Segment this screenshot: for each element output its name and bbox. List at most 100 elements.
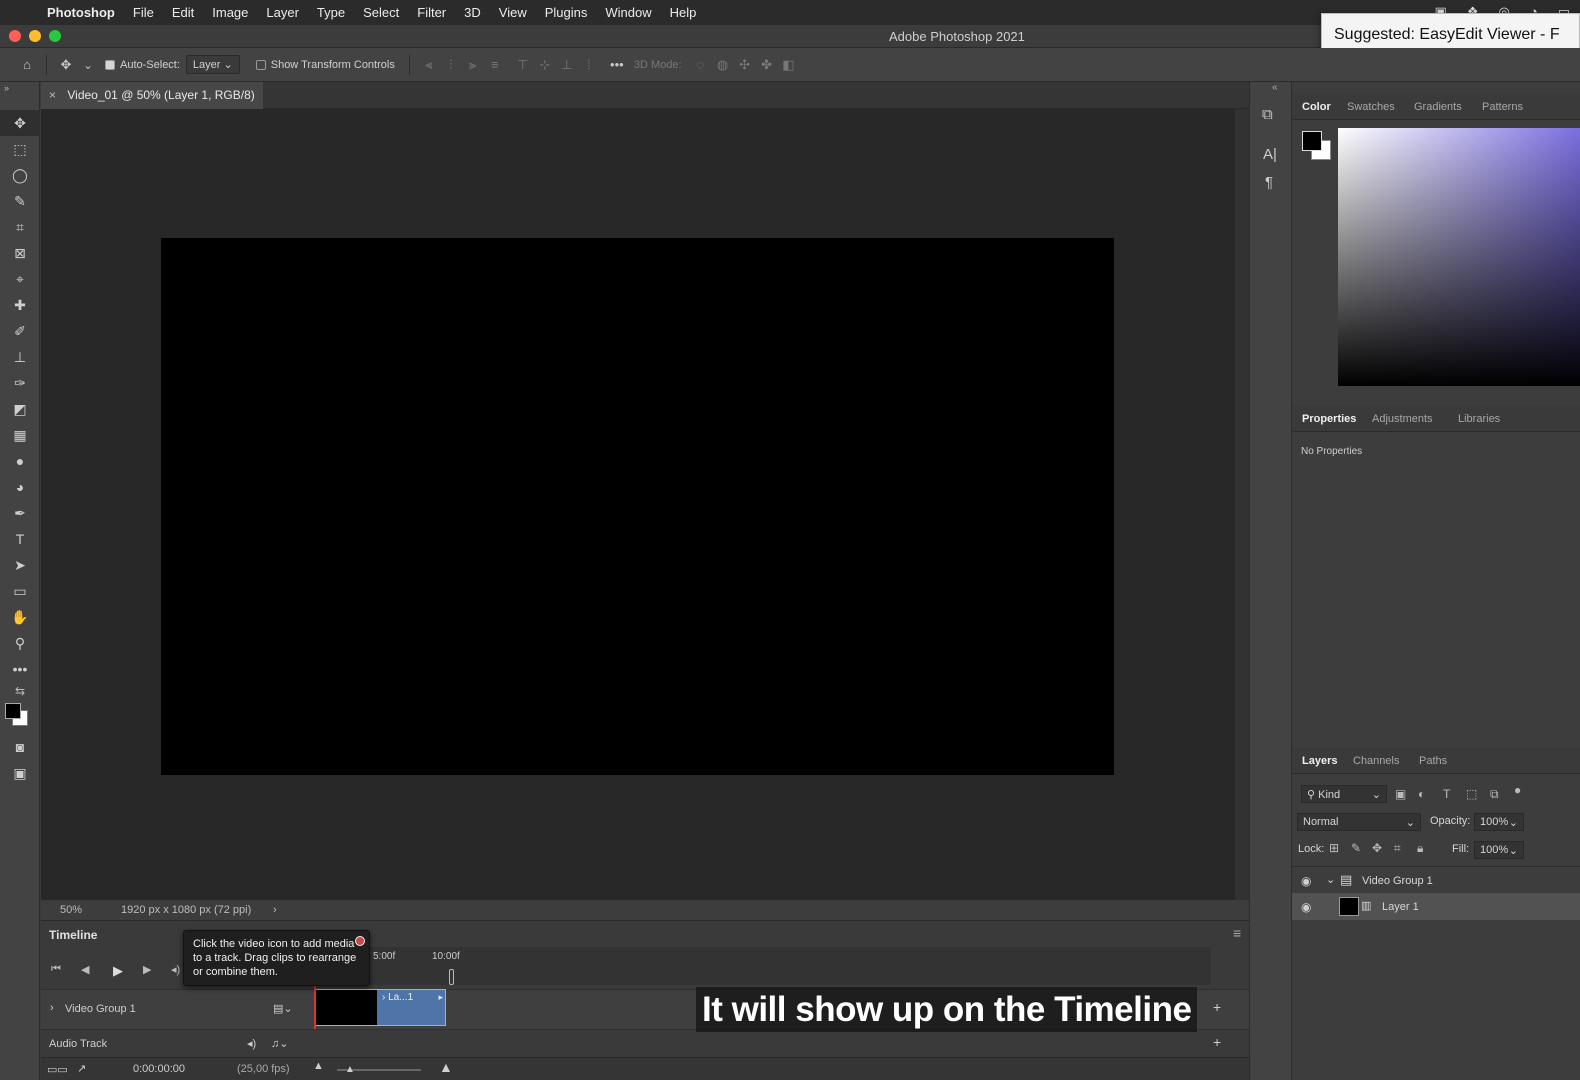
gradient-tool-icon[interactable]: ▦: [0, 422, 40, 448]
fill-field[interactable]: 100% ⌄: [1474, 841, 1524, 859]
distribute-vertical-icon[interactable]: ⦙: [578, 57, 600, 73]
marquee-tool-icon[interactable]: ⬚: [0, 136, 40, 162]
add-audio-icon[interactable]: +: [1213, 1034, 1221, 1050]
close-window-button[interactable]: [9, 30, 21, 42]
menu-plugins[interactable]: Plugins: [536, 5, 597, 20]
audio-add-icon[interactable]: ♫⌄: [271, 1037, 288, 1050]
zoom-window-button[interactable]: [49, 30, 61, 42]
layer-row-video-group[interactable]: ◉ ⌄ ▤ Video Group 1: [1292, 866, 1580, 893]
lasso-tool-icon[interactable]: ◯: [0, 162, 40, 188]
path-selection-tool-icon[interactable]: ➤: [0, 552, 40, 578]
lock-artboard-icon[interactable]: ⌗: [1394, 841, 1401, 856]
align-center-icon[interactable]: ⫶: [440, 57, 462, 73]
align-left-icon[interactable]: ⫷: [418, 57, 440, 73]
expand-track-chevron-icon[interactable]: ›: [50, 1002, 54, 1014]
expand-panels-icon[interactable]: «: [1272, 82, 1278, 93]
brush-tool-icon[interactable]: ✐: [0, 318, 40, 344]
lock-all-icon[interactable]: 🔒︎: [1417, 841, 1423, 856]
move-tool-icon[interactable]: ✥: [55, 57, 77, 73]
play-icon[interactable]: ▶: [113, 963, 123, 979]
quick-mask-icon[interactable]: ◙: [0, 734, 40, 760]
zoom-tool-icon[interactable]: ⚲: [0, 630, 40, 656]
add-media-icon[interactable]: ▤⌄: [273, 1002, 293, 1015]
tab-libraries[interactable]: Libraries: [1458, 413, 1500, 425]
panel-foreground-swatch[interactable]: [1302, 131, 1322, 151]
document-canvas[interactable]: [161, 238, 1114, 775]
zoom-out-icon[interactable]: ▲: [313, 1060, 324, 1072]
frame-tool-icon[interactable]: ⊠: [0, 240, 40, 266]
tool-preset-chevron-icon[interactable]: ⌄: [77, 58, 99, 72]
crop-tool-icon[interactable]: ⌗: [0, 214, 40, 240]
blur-tool-icon[interactable]: ●: [0, 448, 40, 474]
tab-color[interactable]: Color: [1302, 101, 1331, 113]
tab-swatches[interactable]: Swatches: [1347, 101, 1395, 113]
align-top-icon[interactable]: ⊤: [512, 57, 534, 73]
menu-photoshop[interactable]: Photoshop: [38, 5, 124, 20]
visibility-eye-icon[interactable]: ◉: [1301, 900, 1311, 914]
lock-image-icon[interactable]: ✎: [1351, 841, 1361, 855]
rectangle-tool-icon[interactable]: ▭: [0, 578, 40, 604]
convert-frame-animation-icon[interactable]: ▭▭: [47, 1063, 68, 1076]
go-to-first-frame-icon[interactable]: ⏮: [51, 963, 61, 976]
auto-select-dropdown[interactable]: Layer ⌄: [185, 55, 240, 74]
filter-pixel-icon[interactable]: ▣: [1395, 787, 1406, 801]
color-picker-field[interactable]: [1338, 128, 1580, 386]
auto-select-checkbox[interactable]: [105, 59, 115, 70]
quick-select-tool-icon[interactable]: ✎: [0, 188, 40, 214]
paragraph-panel-icon[interactable]: ¶: [1265, 174, 1273, 191]
3d-orbit-icon[interactable]: ◌: [690, 57, 712, 72]
filter-adjustment-icon[interactable]: ◐: [1418, 787, 1425, 801]
3d-slide-icon[interactable]: ✤: [756, 57, 778, 73]
screen-mode-icon[interactable]: ▣: [0, 760, 40, 786]
home-icon[interactable]: ⌂: [16, 57, 38, 72]
tab-properties[interactable]: Properties: [1302, 413, 1356, 425]
dodge-tool-icon[interactable]: ◕: [0, 474, 40, 500]
tab-gradients[interactable]: Gradients: [1414, 101, 1462, 113]
eraser-tool-icon[interactable]: ◩: [0, 396, 40, 422]
menu-type[interactable]: Type: [308, 5, 354, 20]
3d-scale-icon[interactable]: ◧: [778, 57, 800, 73]
swap-colors-icon[interactable]: ⇆: [0, 682, 40, 700]
clone-stamp-tool-icon[interactable]: ⊥: [0, 344, 40, 370]
zoom-level[interactable]: 50%: [60, 904, 82, 916]
minimize-window-button[interactable]: [29, 30, 41, 42]
healing-brush-tool-icon[interactable]: ✚: [0, 292, 40, 318]
menu-filter[interactable]: Filter: [408, 5, 455, 20]
menu-file[interactable]: File: [124, 5, 163, 20]
tab-channels[interactable]: Channels: [1353, 755, 1399, 767]
type-tool-icon[interactable]: T: [0, 526, 40, 552]
foreground-color-swatch[interactable]: [5, 703, 21, 719]
blend-mode-dropdown[interactable]: Normal ⌄: [1297, 813, 1421, 831]
eyedropper-tool-icon[interactable]: ⌖: [0, 266, 40, 292]
menu-select[interactable]: Select: [354, 5, 408, 20]
menu-layer[interactable]: Layer: [257, 5, 308, 20]
3d-pan-icon[interactable]: ✣: [734, 57, 756, 73]
menu-edit[interactable]: Edit: [163, 5, 203, 20]
show-transform-checkbox[interactable]: [255, 59, 266, 70]
mute-audio-icon[interactable]: ◂): [171, 963, 180, 976]
menu-help[interactable]: Help: [661, 5, 706, 20]
pen-tool-icon[interactable]: ✒: [0, 500, 40, 526]
menu-view[interactable]: View: [490, 5, 536, 20]
align-bottom-icon[interactable]: ⊥: [556, 57, 578, 73]
menu-window[interactable]: Window: [596, 5, 660, 20]
opacity-field[interactable]: 100% ⌄: [1474, 813, 1524, 831]
menu-3d[interactable]: 3D: [455, 5, 490, 20]
tab-adjustments[interactable]: Adjustments: [1372, 413, 1433, 425]
timeline-ruler[interactable]: 5:00f 10:00f: [361, 947, 1211, 985]
menu-image[interactable]: Image: [203, 5, 257, 20]
hand-tool-icon[interactable]: ✋: [0, 604, 40, 630]
zoom-slider-thumb[interactable]: ▲: [345, 1064, 355, 1075]
filter-toggle-icon[interactable]: ●: [1514, 783, 1521, 797]
timeline-title[interactable]: Timeline: [49, 928, 97, 942]
align-right-icon[interactable]: ⫸: [462, 57, 484, 73]
edit-toolbar-icon[interactable]: •••: [0, 656, 40, 682]
character-panel-icon[interactable]: A|: [1263, 146, 1277, 163]
add-video-icon[interactable]: +: [1213, 999, 1221, 1015]
tab-patterns[interactable]: Patterns: [1482, 101, 1523, 113]
distribute-icon[interactable]: ≡: [484, 57, 506, 72]
video-clip[interactable]: › La...1 ▸: [314, 989, 446, 1026]
status-menu-chevron-icon[interactable]: ›: [273, 904, 277, 916]
move-tool-icon[interactable]: ✥: [0, 110, 40, 136]
3d-roll-icon[interactable]: ◍: [712, 57, 734, 73]
